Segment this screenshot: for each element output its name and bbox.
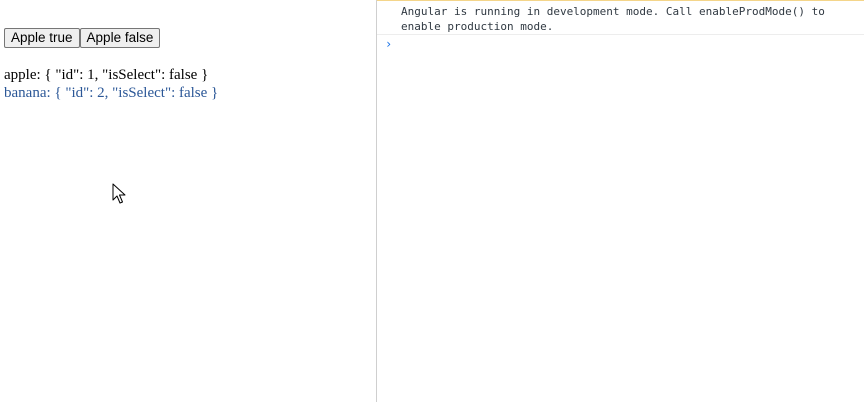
app-preview-pane: Apple true Apple false apple: { "id": 1,… bbox=[0, 0, 376, 402]
button-row: Apple true Apple false bbox=[4, 28, 161, 48]
apple-json-text: apple: { "id": 1, "isSelect": false } bbox=[4, 67, 209, 83]
apple-false-button[interactable]: Apple false bbox=[79, 28, 161, 48]
apple-true-button[interactable]: Apple true bbox=[4, 28, 80, 48]
console-log-message: Angular is running in development mode. … bbox=[401, 5, 825, 33]
console-top-border bbox=[377, 0, 864, 1]
chevron-right-icon[interactable]: › bbox=[385, 36, 392, 52]
screen: Apple true Apple false apple: { "id": 1,… bbox=[0, 0, 864, 402]
mouse-pointer-icon bbox=[112, 183, 126, 204]
console-pane: Angular is running in development mode. … bbox=[377, 0, 864, 402]
console-message-separator bbox=[377, 34, 864, 35]
banana-json-text: banana: { "id": 2, "isSelect": false } bbox=[4, 85, 219, 101]
